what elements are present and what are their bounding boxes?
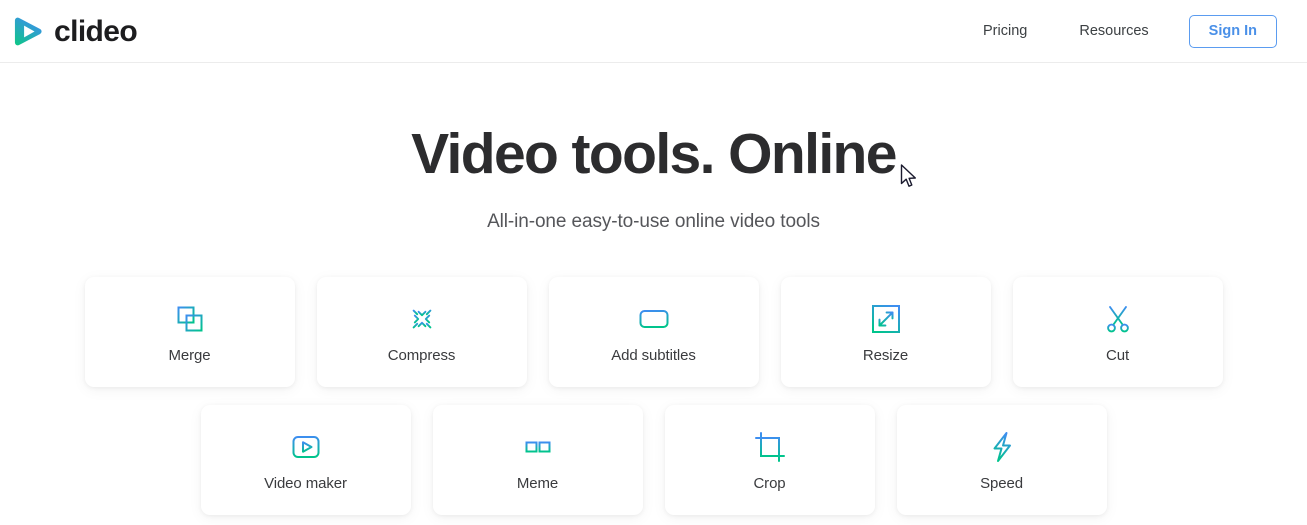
tool-card-add-subtitles[interactable]: Add subtitles: [548, 277, 759, 387]
tool-label: Speed: [980, 474, 1023, 492]
tool-label: Cut: [1105, 346, 1130, 364]
tool-label: Meme: [516, 474, 559, 492]
tool-card-video-maker[interactable]: Video maker: [200, 405, 411, 515]
play-triangle-logo-icon: [12, 15, 45, 48]
tool-card-speed[interactable]: Speed: [896, 405, 1107, 515]
page-root: clideo Pricing Resources Sign In Video t…: [0, 0, 1307, 525]
logo[interactable]: clideo: [12, 0, 138, 63]
tool-card-meme[interactable]: Meme: [432, 405, 643, 515]
tool-card-compress[interactable]: Compress: [316, 277, 527, 387]
tools-grid: Merge Compress Add subtitles Resize Cut …: [0, 277, 1307, 515]
video-play-box-icon: [289, 430, 323, 464]
nav-link-resources[interactable]: Resources: [1053, 24, 1174, 39]
lightning-bolt-icon: [985, 430, 1019, 464]
glasses-icon: [521, 430, 555, 464]
scissors-icon: [1101, 302, 1135, 336]
tools-row-2: Video maker Meme Crop Speed: [0, 405, 1307, 515]
tool-label: Add subtitles: [611, 346, 696, 364]
header-nav: Pricing Resources Sign In: [957, 0, 1277, 63]
page-title: Video tools. Online: [411, 122, 897, 186]
logo-text: clideo: [54, 14, 138, 48]
tool-label: Video maker: [264, 474, 347, 492]
tool-card-crop[interactable]: Crop: [664, 405, 875, 515]
tool-label: Merge: [168, 346, 211, 364]
subtitles-box-icon: [637, 302, 671, 336]
tool-card-merge[interactable]: Merge: [84, 277, 295, 387]
tool-card-cut[interactable]: Cut: [1012, 277, 1223, 387]
compress-arrows-icon: [405, 302, 439, 336]
page-subtitle: All-in-one easy-to-use online video tool…: [487, 210, 820, 232]
site-header: clideo Pricing Resources Sign In: [0, 0, 1307, 63]
sign-in-button[interactable]: Sign In: [1188, 15, 1277, 48]
tool-label: Compress: [387, 346, 456, 364]
hero-section: Video tools. Online All-in-one easy-to-u…: [0, 63, 1307, 233]
crop-marks-icon: [753, 430, 787, 464]
tools-row-1: Merge Compress Add subtitles Resize Cut: [0, 277, 1307, 387]
tool-label: Crop: [753, 474, 786, 492]
tool-card-resize[interactable]: Resize: [780, 277, 991, 387]
nav-link-pricing[interactable]: Pricing: [957, 24, 1053, 39]
merge-squares-icon: [173, 302, 207, 336]
resize-diagonal-arrow-icon: [869, 302, 903, 336]
tool-label: Resize: [862, 346, 909, 364]
